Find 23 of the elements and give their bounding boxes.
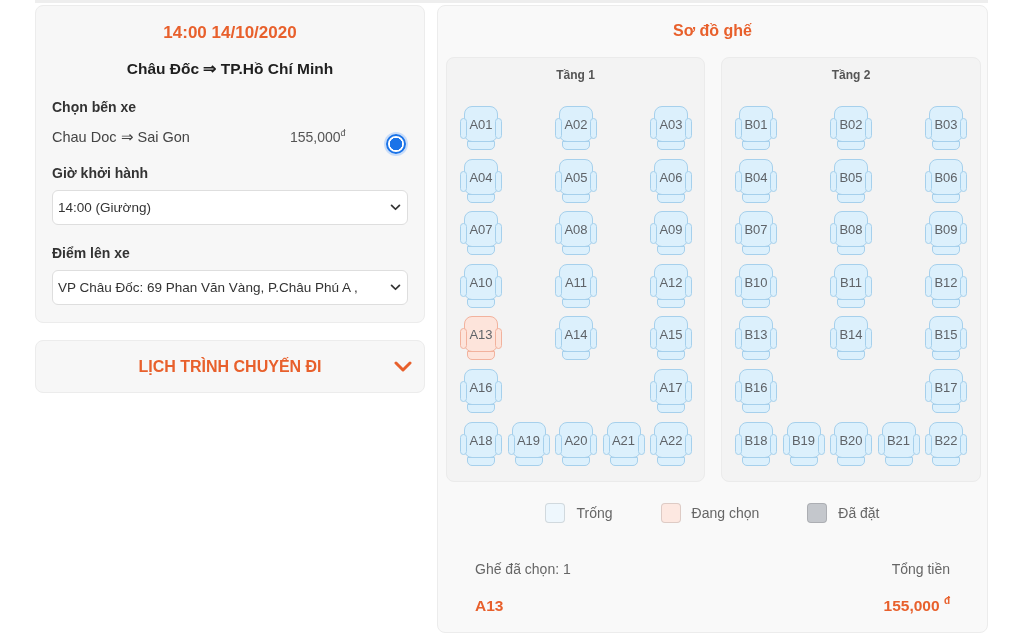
field-label: Chọn bến xe xyxy=(52,98,137,116)
deck-title: Tầng 1 xyxy=(555,68,596,82)
total-label: Tổng tiền xyxy=(891,560,950,578)
departure-datetime: 14:00 14/10/2020 xyxy=(162,23,298,43)
chevron-down-icon xyxy=(390,284,401,291)
selected-count: Ghế đã chọn: 1 xyxy=(475,560,572,578)
station-option-price: 155,000$^{đ}$ xyxy=(290,128,346,146)
station-option-name: Chau Doc ⇒ Sai Gon xyxy=(52,128,191,146)
selected-seats: A13 xyxy=(475,596,713,616)
route-title: Châu Đốc ⇒ TP.Hồ Chí Minh xyxy=(125,59,335,79)
legend-label: Đã đặt xyxy=(838,505,880,521)
seat-map-title: Sơ đồ ghế xyxy=(672,21,753,41)
chevron-down-icon xyxy=(390,204,401,211)
legend-label: Đang chọn xyxy=(691,505,760,521)
pickup-point-select[interactable]: VP Châu Đốc: 69 Phan Văn Vàng, P.Châu Phú A , xyxy=(52,270,408,305)
departure-time-select[interactable]: 14:00 (Giường) xyxy=(52,190,408,225)
field-label: Điểm lên xe xyxy=(52,244,131,262)
total-price: 155,000 $^{đ}$ xyxy=(883,596,950,616)
legend-label: Trống xyxy=(576,505,613,521)
deck-title: Tầng 2 xyxy=(830,68,872,82)
radio-button[interactable] xyxy=(386,134,406,154)
field-label: Giờ khởi hành xyxy=(52,164,150,182)
itinerary-toggle[interactable]: LỊCH TRÌNH CHUYẾN ĐI xyxy=(35,340,425,393)
